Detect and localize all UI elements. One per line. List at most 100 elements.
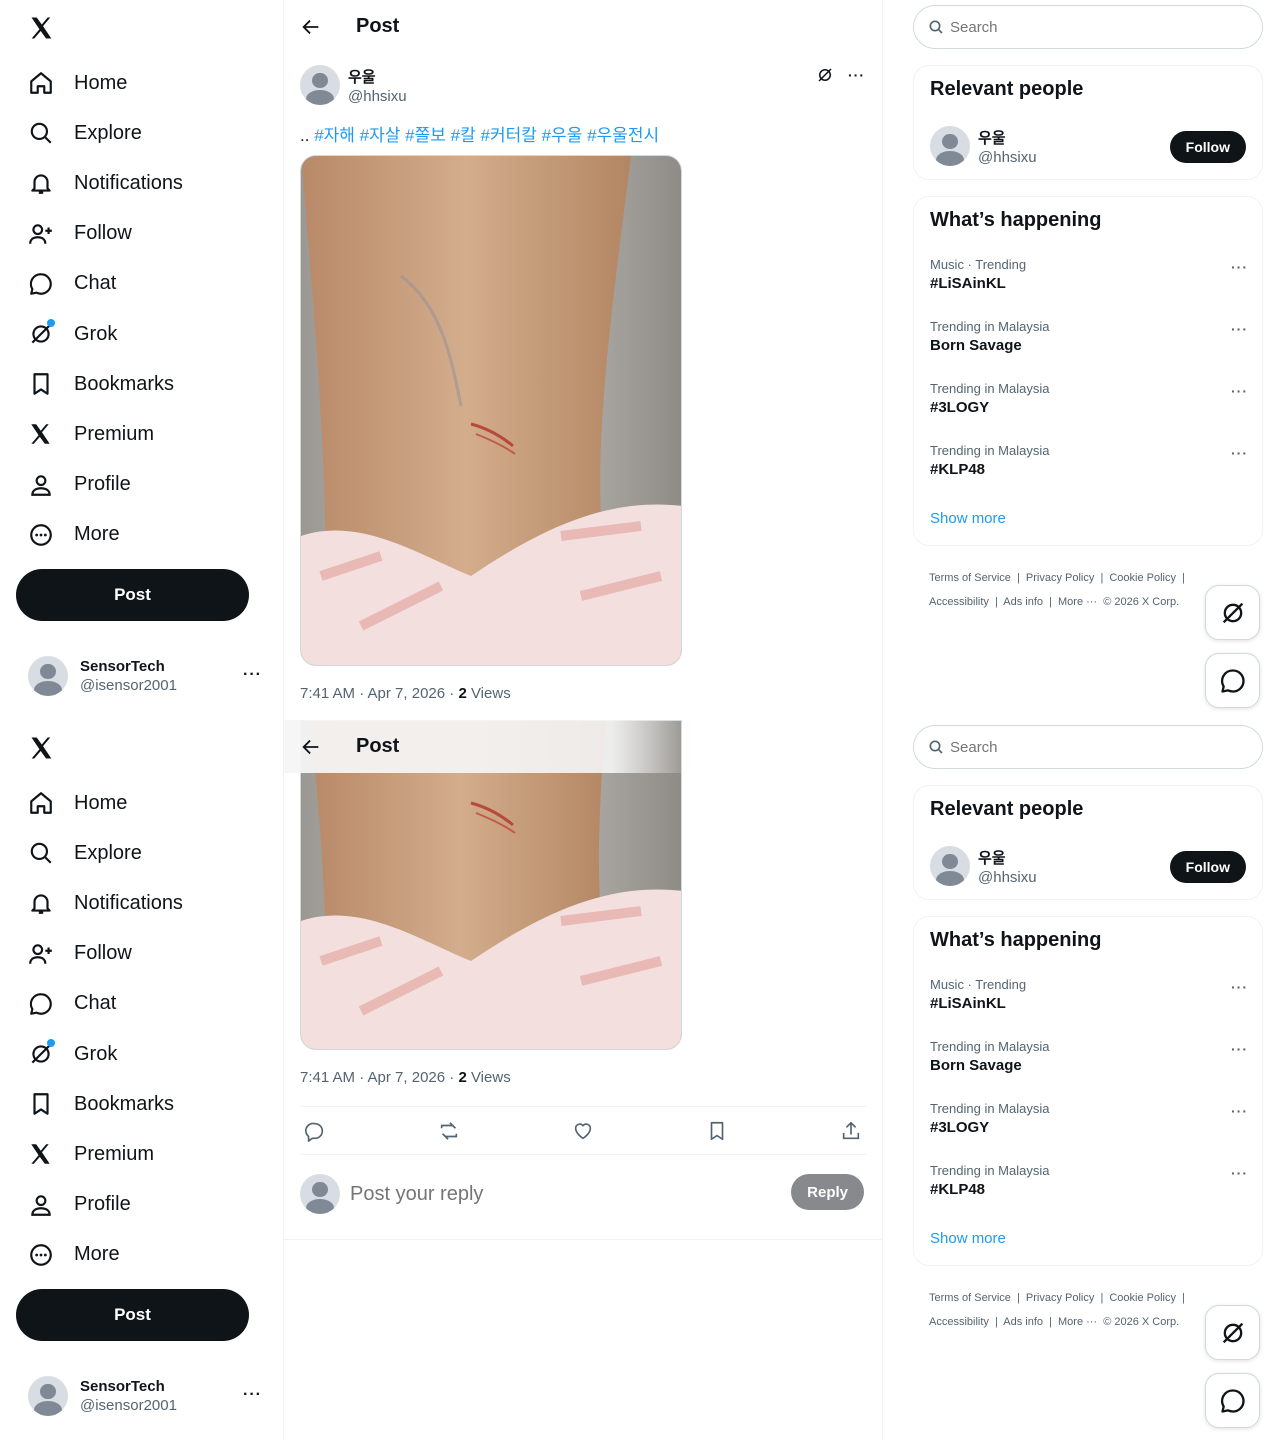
heart-icon[interactable]: [572, 1120, 594, 1142]
user-name[interactable]: 우울: [978, 847, 1037, 868]
show-more-link[interactable]: Show more: [930, 1230, 1006, 1247]
hashtag[interactable]: #우울: [542, 126, 583, 145]
nav-profile[interactable]: Profile: [16, 1180, 183, 1230]
hashtag[interactable]: #커터칼: [480, 126, 536, 145]
reply-icon[interactable]: [304, 1120, 326, 1142]
footer-link[interactable]: Privacy Policy: [1026, 1292, 1094, 1304]
nav-more[interactable]: More: [16, 1230, 183, 1280]
avatar[interactable]: [300, 65, 340, 105]
hashtag[interactable]: #자살: [360, 126, 401, 145]
footer-link[interactable]: More ···: [1058, 596, 1097, 608]
x-logo-icon[interactable]: [28, 14, 56, 42]
home-icon: [28, 70, 54, 96]
more-dots-icon[interactable]: ···: [1231, 1165, 1248, 1181]
nav-follow[interactable]: Follow: [16, 929, 183, 979]
trend-item[interactable]: Trending in Malaysia #KLP48 ···: [930, 443, 1248, 493]
nav-chat[interactable]: Chat: [16, 979, 183, 1029]
post-button[interactable]: Post: [16, 569, 249, 621]
more-dots-icon[interactable]: ···: [243, 1386, 262, 1404]
bookmark-icon[interactable]: [706, 1120, 728, 1142]
relevant-user[interactable]: 우울 @hhsixu: [930, 846, 1037, 886]
follow-button[interactable]: Follow: [1169, 131, 1246, 163]
nav-home[interactable]: Home: [16, 58, 183, 108]
trend-item[interactable]: Music · Trending #LiSAinKL ···: [930, 977, 1248, 1027]
more-dots-icon[interactable]: ···: [848, 67, 865, 83]
footer-link[interactable]: More ···: [1058, 1316, 1097, 1328]
post-author[interactable]: 우울 @hhsixu: [300, 65, 407, 105]
grok-icon[interactable]: [816, 66, 834, 84]
account-switcher[interactable]: SensorTech @isensor2001 ···: [16, 648, 268, 704]
reply-input[interactable]: [350, 1182, 780, 1206]
hashtag[interactable]: #우울전시: [587, 126, 659, 145]
more-dots-icon[interactable]: ···: [1231, 1103, 1248, 1119]
footer-link[interactable]: Cookie Policy: [1109, 1292, 1176, 1304]
nav-grok[interactable]: Grok: [16, 1029, 183, 1079]
trend-item[interactable]: Trending in Malaysia #3LOGY ···: [930, 1101, 1248, 1151]
post-image[interactable]: [300, 155, 682, 666]
footer-link[interactable]: Accessibility: [929, 1316, 989, 1328]
trend-item[interactable]: Music · Trending #LiSAinKL ···: [930, 257, 1248, 307]
footer-link[interactable]: Ads info: [1003, 596, 1043, 608]
account-switcher[interactable]: SensorTech @isensor2001 ···: [16, 1368, 268, 1424]
more-dots-icon[interactable]: ···: [243, 666, 262, 684]
chat-float-button[interactable]: [1205, 653, 1260, 708]
user-handle[interactable]: @hhsixu: [978, 869, 1037, 886]
follow-button[interactable]: Follow: [1169, 851, 1246, 883]
nav-grok[interactable]: Grok: [16, 309, 183, 359]
nav-premium[interactable]: Premium: [16, 1129, 183, 1179]
nav-premium[interactable]: Premium: [16, 409, 183, 459]
post-button[interactable]: Post: [16, 1289, 249, 1341]
nav-explore[interactable]: Explore: [16, 828, 183, 878]
more-dots-icon[interactable]: ···: [1231, 1041, 1248, 1057]
search-input[interactable]: [950, 18, 1230, 36]
grok-float-button[interactable]: [1205, 1305, 1260, 1360]
trend-item[interactable]: Trending in Malaysia Born Savage ···: [930, 319, 1248, 369]
avatar[interactable]: [930, 126, 970, 166]
nav-follow[interactable]: Follow: [16, 209, 183, 259]
search-input[interactable]: [950, 738, 1230, 756]
search-bar[interactable]: [913, 5, 1263, 49]
user-name[interactable]: 우울: [978, 127, 1037, 148]
share-icon[interactable]: [840, 1120, 862, 1142]
footer-link[interactable]: Accessibility: [929, 596, 989, 608]
trend-item[interactable]: Trending in Malaysia #KLP48 ···: [930, 1163, 1248, 1213]
hashtag[interactable]: #쫄보: [405, 126, 446, 145]
footer-link[interactable]: Terms of Service: [929, 1292, 1011, 1304]
x-logo-icon[interactable]: [28, 734, 56, 762]
author-name[interactable]: 우울: [348, 66, 407, 87]
nav-home[interactable]: Home: [16, 778, 183, 828]
grok-float-button[interactable]: [1205, 585, 1260, 640]
relevant-user[interactable]: 우울 @hhsixu: [930, 126, 1037, 166]
more-dots-icon[interactable]: ···: [1231, 445, 1248, 461]
footer-link[interactable]: Cookie Policy: [1109, 572, 1176, 584]
nav-notifications[interactable]: Notifications: [16, 878, 183, 928]
author-handle[interactable]: @hhsixu: [348, 88, 407, 105]
footer-link[interactable]: Ads info: [1003, 1316, 1043, 1328]
back-arrow-icon[interactable]: [300, 16, 322, 38]
hashtag[interactable]: #칼: [451, 126, 476, 145]
more-dots-icon[interactable]: ···: [1231, 321, 1248, 337]
footer-link[interactable]: Terms of Service: [929, 572, 1011, 584]
more-dots-icon[interactable]: ···: [1231, 259, 1248, 275]
back-arrow-icon[interactable]: [300, 736, 322, 758]
nav-bookmarks[interactable]: Bookmarks: [16, 1079, 183, 1129]
hashtag[interactable]: #자해: [314, 126, 355, 145]
more-dots-icon[interactable]: ···: [1231, 979, 1248, 995]
user-handle[interactable]: @hhsixu: [978, 149, 1037, 166]
trend-item[interactable]: Trending in Malaysia #3LOGY ···: [930, 381, 1248, 431]
nav-profile[interactable]: Profile: [16, 460, 183, 510]
nav-more[interactable]: More: [16, 510, 183, 560]
search-bar[interactable]: [913, 725, 1263, 769]
nav-notifications[interactable]: Notifications: [16, 158, 183, 208]
reply-button[interactable]: Reply: [791, 1174, 864, 1210]
footer-link[interactable]: Privacy Policy: [1026, 572, 1094, 584]
trend-item[interactable]: Trending in Malaysia Born Savage ···: [930, 1039, 1248, 1089]
nav-chat[interactable]: Chat: [16, 259, 183, 309]
repost-icon[interactable]: [438, 1120, 460, 1142]
nav-explore[interactable]: Explore: [16, 108, 183, 158]
show-more-link[interactable]: Show more: [930, 510, 1006, 527]
avatar[interactable]: [930, 846, 970, 886]
nav-bookmarks[interactable]: Bookmarks: [16, 359, 183, 409]
more-dots-icon[interactable]: ···: [1231, 383, 1248, 399]
chat-float-button[interactable]: [1205, 1373, 1260, 1428]
